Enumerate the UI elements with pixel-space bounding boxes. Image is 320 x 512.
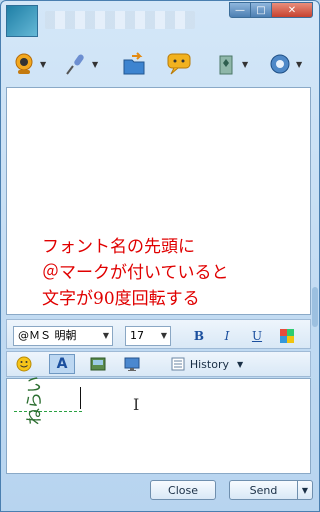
notice-line: フォント名の先頭に [42, 237, 195, 257]
typed-text-wrap: ねらい [14, 377, 82, 425]
ibeam-cursor-icon: I [133, 395, 140, 414]
title-bar: — □ ✕ [1, 1, 319, 41]
format-toolbar: @ＭＳ 明朝 ▼ 17 ▼ B I U [6, 319, 311, 349]
emoticon-chat-icon [166, 51, 192, 77]
emoticon-button[interactable] [13, 354, 35, 374]
send-options-button[interactable]: ▼ [297, 480, 313, 500]
notice-text: フォント名の先頭に ＠マークが付いていると 文字が90度回転する [42, 234, 292, 312]
activities-icon [267, 51, 293, 77]
text-caret [80, 387, 81, 409]
close-icon: ✕ [287, 4, 297, 16]
contact-avatar[interactable] [6, 5, 38, 37]
window-scrollbar[interactable] [311, 87, 319, 482]
scroll-thumb[interactable] [312, 287, 318, 327]
font-name-select[interactable]: @ＭＳ 明朝 ▼ [13, 326, 113, 346]
window-title-blurred [45, 11, 195, 29]
wink-button[interactable] [121, 354, 143, 374]
send-file-button[interactable] [121, 49, 147, 79]
main-toolbar: ▼ ▼ ▼ ▼ [1, 45, 319, 85]
webcam-icon [11, 51, 37, 77]
voice-button[interactable]: ▼ [63, 49, 102, 79]
color-palette-icon [280, 329, 294, 343]
bold-button[interactable]: B [189, 326, 209, 346]
close-window-button[interactable]: ✕ [271, 2, 313, 18]
edit-toolbar: A History ▼ [6, 351, 311, 377]
font-name-dropdown-icon: ▼ [102, 331, 109, 340]
message-input[interactable]: ねらい I [6, 377, 311, 474]
voice-dropdown-icon[interactable]: ▼ [92, 60, 102, 69]
smiley-icon [16, 356, 32, 372]
picture-icon [90, 357, 106, 371]
chat-window: — □ ✕ ▼ ▼ ▼ ▼ フォント名の先頭に ＠マークが付いていると 文字が9… [0, 0, 320, 512]
send-button[interactable]: Send [229, 480, 297, 500]
games-icon [213, 51, 239, 77]
notice-line: 文字が90度回転する [42, 289, 200, 309]
minimize-button[interactable]: — [229, 2, 251, 18]
conversation-history[interactable]: フォント名の先頭に ＠マークが付いていると 文字が90度回転する [6, 87, 311, 315]
games-dropdown-icon[interactable]: ▼ [242, 60, 252, 69]
font-size-value: 17 [130, 329, 144, 342]
font-size-dropdown-icon: ▼ [160, 331, 167, 340]
webcam-button[interactable]: ▼ [11, 49, 50, 79]
color-button[interactable] [277, 326, 297, 346]
games-button[interactable]: ▼ [213, 49, 252, 79]
background-button[interactable] [87, 354, 109, 374]
screen-icon [124, 357, 140, 371]
font-size-select[interactable]: 17 ▼ [125, 326, 171, 346]
italic-button[interactable]: I [217, 326, 237, 346]
maximize-button[interactable]: □ [250, 2, 272, 18]
bottom-action-bar: Close Send ▼ [6, 478, 316, 508]
emoticon-chat-button[interactable] [166, 49, 192, 79]
history-icon [171, 357, 185, 371]
notice-line: ＠マークが付いていると [42, 263, 229, 283]
activities-button[interactable]: ▼ [267, 49, 306, 79]
history-label: History [189, 357, 229, 371]
history-button[interactable]: History ▼ [167, 354, 247, 374]
typed-text: ねらい [25, 377, 45, 425]
font-name-value: @ＭＳ 明朝 [18, 329, 77, 342]
minimize-icon: — [235, 4, 245, 16]
font-style-button[interactable]: A [49, 354, 75, 374]
maximize-icon: □ [256, 4, 266, 16]
close-button[interactable]: Close [150, 480, 216, 500]
underline-button[interactable]: U [247, 326, 267, 346]
webcam-dropdown-icon[interactable]: ▼ [40, 60, 50, 69]
chevron-down-icon: ▼ [301, 485, 309, 495]
history-dropdown-icon: ▼ [236, 359, 244, 369]
activities-dropdown-icon[interactable]: ▼ [296, 60, 306, 69]
microphone-icon [63, 51, 89, 77]
send-file-icon [121, 51, 147, 77]
